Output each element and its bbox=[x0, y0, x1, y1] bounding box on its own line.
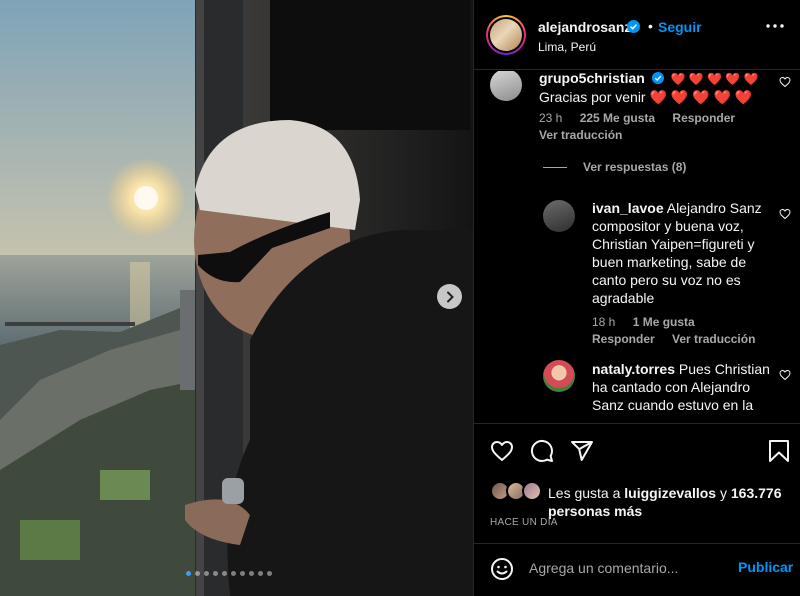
commenter-avatar[interactable] bbox=[543, 200, 575, 232]
view-replies-label: Ver respuestas (8) bbox=[583, 160, 687, 174]
comment-like-icon[interactable] bbox=[779, 76, 791, 88]
translate-link[interactable]: Ver traducción bbox=[539, 128, 636, 142]
carousel-dot bbox=[204, 571, 209, 576]
publish-button[interactable]: Publicar bbox=[738, 559, 793, 575]
comment-item: nataly.torres Pues Christian ha cantado … bbox=[474, 358, 800, 423]
comment-actions: Responder Ver traducción bbox=[592, 332, 769, 346]
post-header: alejandrosanz • Seguir Lima, Perú bbox=[474, 0, 800, 70]
author-avatar[interactable] bbox=[486, 15, 526, 55]
carousel-dot bbox=[240, 571, 245, 576]
translate-link[interactable]: Ver traducción bbox=[672, 332, 755, 346]
comment-like-icon[interactable] bbox=[779, 208, 791, 220]
reply-button[interactable]: Responder bbox=[592, 332, 655, 346]
heart-icon[interactable] bbox=[490, 439, 514, 463]
liker-username[interactable]: luiggizevallos bbox=[624, 485, 716, 501]
comments-list[interactable]: grupo5christian ❤️ ❤️ ❤️ ❤️ ❤️ Gracias p… bbox=[474, 71, 800, 423]
commenter-username[interactable]: nataly.torres bbox=[592, 361, 675, 377]
view-replies-button[interactable]: Ver respuestas (8) bbox=[543, 160, 686, 174]
comment-composer: Publicar bbox=[474, 543, 800, 596]
comment-text: Gracias por venir ❤️ ❤️ ❤️ ❤️ ❤️ bbox=[539, 89, 753, 105]
post-photo bbox=[0, 0, 473, 596]
carousel-dots bbox=[186, 571, 272, 576]
commenter-username[interactable]: ivan_lavoe bbox=[592, 200, 664, 216]
carousel-dot bbox=[195, 571, 200, 576]
liker-avatars bbox=[490, 481, 546, 503]
likes-prefix: Les gusta a bbox=[548, 485, 621, 501]
next-image-button[interactable] bbox=[437, 284, 462, 309]
carousel-dot bbox=[231, 571, 236, 576]
carousel-dot bbox=[258, 571, 263, 576]
header-separator: • bbox=[648, 18, 653, 34]
comment-meta: 23 h 225 Me gusta Responder bbox=[539, 111, 749, 125]
comment-icon[interactable] bbox=[530, 439, 554, 463]
reply-button[interactable]: Responder bbox=[672, 111, 735, 125]
carousel-dot bbox=[213, 571, 218, 576]
author-username[interactable]: alejandrosanz bbox=[538, 19, 631, 35]
comment-likes[interactable]: 1 Me gusta bbox=[633, 315, 695, 329]
carousel-dot bbox=[186, 571, 191, 576]
comment-meta: 18 h 1 Me gusta bbox=[592, 315, 709, 329]
follow-button[interactable]: Seguir bbox=[658, 19, 702, 35]
bookmark-icon[interactable] bbox=[768, 439, 790, 463]
emoji-icon[interactable] bbox=[490, 557, 514, 581]
carousel-dot bbox=[267, 571, 272, 576]
verified-icon bbox=[651, 72, 664, 84]
comment-time[interactable]: 23 h bbox=[539, 111, 562, 125]
likes-connector: y bbox=[719, 485, 727, 501]
post-location[interactable]: Lima, Perú bbox=[538, 40, 596, 54]
carousel-dot bbox=[249, 571, 254, 576]
comment-likes[interactable]: 225 Me gusta bbox=[580, 111, 655, 125]
commenter-avatar[interactable] bbox=[543, 360, 575, 392]
commenter-avatar[interactable] bbox=[490, 71, 522, 101]
post-date[interactable]: HACE UN DÍA bbox=[490, 517, 558, 528]
comment-like-icon[interactable] bbox=[779, 369, 791, 381]
carousel-dot bbox=[222, 571, 227, 576]
comment-hearts: ❤️ ❤️ ❤️ ❤️ ❤️ bbox=[670, 72, 759, 86]
post-actions: Les gusta a luiggizevallos y 163.776 per… bbox=[474, 423, 800, 543]
comment-item: ivan_lavoe Alejandro Sanz compositor y b… bbox=[474, 198, 800, 348]
comment-time[interactable]: 18 h bbox=[592, 315, 615, 329]
post-side-panel: alejandrosanz • Seguir Lima, Perú grupo5… bbox=[473, 0, 800, 596]
chevron-right-icon bbox=[446, 291, 454, 302]
share-icon[interactable] bbox=[570, 439, 594, 463]
verified-icon bbox=[627, 20, 640, 33]
comment-input[interactable] bbox=[529, 558, 729, 578]
translate-label[interactable]: Ver traducción bbox=[539, 128, 622, 142]
post-image[interactable] bbox=[0, 0, 473, 596]
comment-item: grupo5christian ❤️ ❤️ ❤️ ❤️ ❤️ Gracias p… bbox=[474, 71, 800, 157]
commenter-username[interactable]: grupo5christian bbox=[539, 71, 645, 86]
more-options-icon[interactable] bbox=[766, 24, 784, 28]
